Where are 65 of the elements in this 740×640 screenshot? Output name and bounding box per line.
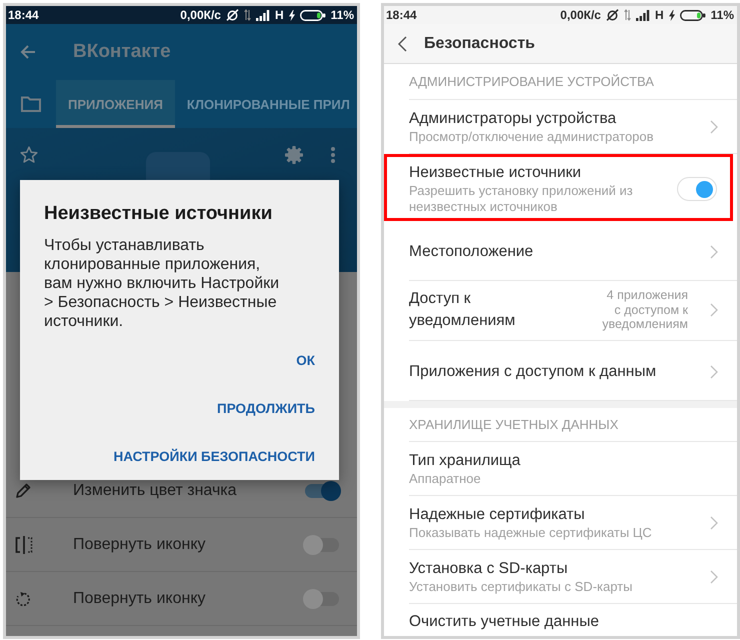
toggle-switch[interactable] <box>677 177 717 201</box>
chevron-icon <box>710 303 718 317</box>
setting-title[interactable]: Доступ к уведомлениям <box>409 288 559 332</box>
app-logo-icon <box>146 152 210 180</box>
folder-icon[interactable] <box>21 96 41 112</box>
settings-icon[interactable] <box>285 146 303 164</box>
dialog-button[interactable]: НАСТРОЙКИ БЕЗОПАСНОСТИ <box>105 438 323 474</box>
back-arrow-icon[interactable] <box>20 44 36 60</box>
battery-percent: 11% <box>330 8 354 22</box>
chevron-icon <box>710 570 718 584</box>
battery-percent: 11% <box>710 8 734 22</box>
status-time: 18:44 <box>8 8 39 22</box>
dialog-message: Чтобы устанавливать клонированные приложения, вам нужно включить Настройки > Безопасность > Неизвестные источники. <box>44 236 280 331</box>
battery-icon <box>680 10 706 20</box>
star-icon[interactable] <box>20 146 38 164</box>
status-time: 18:44 <box>386 8 417 22</box>
network-speed: 0,00К/с <box>180 8 221 22</box>
setting-title[interactable]: Администраторы устройства <box>409 109 702 129</box>
setting-title[interactable]: Установка с SD-карты <box>409 559 702 579</box>
crossed-circle-icon <box>606 9 619 21</box>
more-icon[interactable] <box>331 147 335 163</box>
setting-title[interactable]: Местоположение <box>409 242 702 262</box>
dialog-button[interactable]: ОК <box>288 342 323 378</box>
setting-title[interactable]: Очистить учетные данные <box>409 612 718 632</box>
back-icon[interactable] <box>398 36 407 52</box>
setting-value: 4 приложения с доступом к уведомлениям <box>601 288 688 332</box>
app-title: ВКонтакте <box>73 40 171 64</box>
setting-title[interactable]: Неизвестные источники <box>409 163 677 183</box>
dialog-title: Неизвестные источники <box>44 202 274 226</box>
option-label: Повернуть иконку <box>73 590 206 608</box>
setting-subtitle: Разрешить установку приложений из неизвестных источников <box>409 183 634 215</box>
section-header: ХРАНИЛИЩЕ УЧЕТНЫХ ДАННЫХ <box>409 408 737 442</box>
option-label: Повернуть иконку <box>73 536 206 554</box>
crossed-circle-icon <box>226 9 239 21</box>
setting-subtitle: Показывать надежные сертификаты ЦС <box>409 525 653 541</box>
section-header: АДМИНИСТРИРОВАНИЕ УСТРОЙСТВА <box>409 64 737 100</box>
chevron-icon <box>710 120 718 134</box>
network-type: H <box>274 8 284 22</box>
network-type: H <box>654 8 664 22</box>
setting-title[interactable]: Приложения с доступом к данным <box>409 362 702 382</box>
chevron-icon <box>710 365 718 379</box>
setting-subtitle: Аппаратное <box>409 471 482 487</box>
setting-title[interactable]: Надежные сертификаты <box>409 505 702 525</box>
setting-subtitle: Просмотр/отключение администраторов <box>409 129 655 145</box>
dialog-button[interactable]: ПРОДОЛЖИТЬ <box>209 390 323 426</box>
signal-icon <box>256 10 270 20</box>
toggle-switch[interactable] <box>303 480 341 502</box>
chevron-icon <box>710 245 718 259</box>
option-label: Изменить цвет значка <box>73 482 238 500</box>
network-speed: 0,00К/с <box>560 8 601 22</box>
toggle-switch[interactable] <box>303 588 341 610</box>
setting-subtitle: Установить сертификаты с SD-карты <box>409 579 634 595</box>
flip-icon <box>15 536 33 554</box>
arrows-icon <box>624 9 631 21</box>
rotate-icon <box>15 590 31 606</box>
setting-title[interactable]: Тип хранилища <box>409 451 718 471</box>
screen-title: Безопасность <box>424 34 535 54</box>
toggle-switch[interactable] <box>303 534 341 556</box>
bolt-icon <box>668 10 675 20</box>
bolt-icon <box>288 10 295 20</box>
signal-icon <box>636 10 650 20</box>
pencil-icon <box>15 482 31 498</box>
battery-icon <box>300 10 326 20</box>
arrows-icon <box>244 9 251 21</box>
chevron-icon <box>710 516 718 530</box>
